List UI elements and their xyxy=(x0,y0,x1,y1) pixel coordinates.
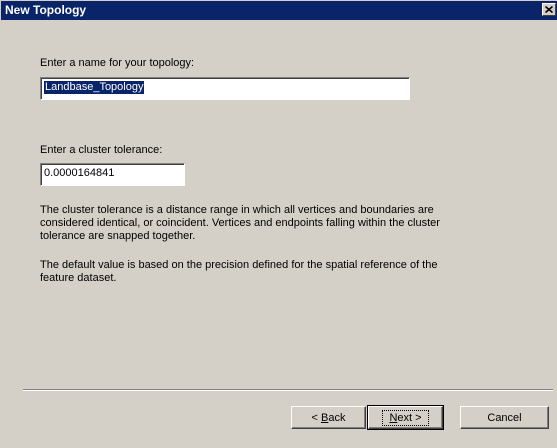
topology-name-label: Enter a name for your topology: xyxy=(40,57,195,69)
back-button[interactable]: < Back xyxy=(291,406,366,429)
next-button[interactable]: Next > xyxy=(367,405,444,430)
cluster-tolerance-description: The cluster tolerance is a distance rang… xyxy=(40,204,440,242)
cluster-tolerance-input[interactable]: 0.0000164841 xyxy=(40,163,185,186)
new-topology-dialog: New Topology Enter a name for your topol… xyxy=(0,0,557,448)
cluster-tolerance-label: Enter a cluster tolerance: xyxy=(40,144,163,156)
topology-name-input[interactable]: Landbase_Topology xyxy=(40,77,410,100)
window-title: New Topology xyxy=(5,3,87,17)
topology-name-value: Landbase_Topology xyxy=(44,81,145,94)
cancel-button[interactable]: Cancel xyxy=(460,406,549,429)
next-button-label: Next > xyxy=(382,409,429,426)
close-icon xyxy=(545,6,553,13)
cluster-tolerance-value: 0.0000164841 xyxy=(44,167,115,179)
title-bar[interactable]: New Topology xyxy=(1,1,557,20)
default-value-description: The default value is based on the precis… xyxy=(40,259,438,284)
cancel-button-label: Cancel xyxy=(487,411,522,424)
back-button-label: < Back xyxy=(311,411,346,424)
close-button[interactable] xyxy=(542,3,556,16)
divider xyxy=(23,389,553,391)
